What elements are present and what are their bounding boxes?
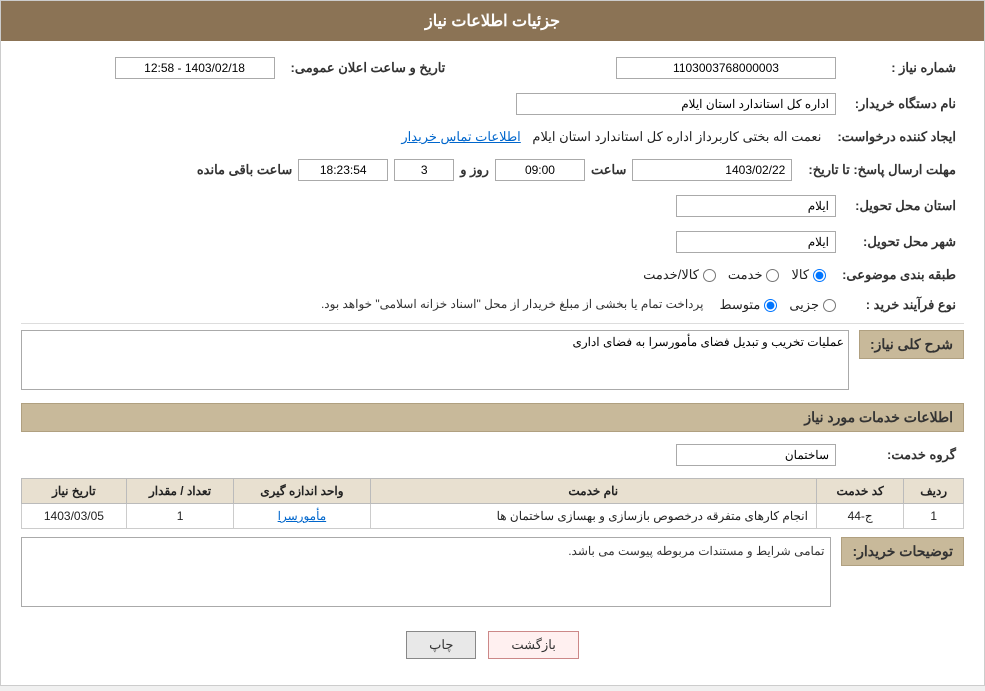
general-desc-title: شرح کلی نیاز: [859,330,964,359]
buyer-org-input[interactable] [516,93,836,115]
purchase-radio-medium[interactable] [764,299,777,312]
service-group-label: گروه خدمت: [844,440,964,470]
purchase-option-medium[interactable]: متوسط [719,297,777,313]
col-code: کد خدمت [816,479,903,504]
creator-label: ایجاد کننده درخواست: [829,125,964,149]
col-qty: تعداد / مقدار [126,479,233,504]
category-radio-group: کالا خدمت کالا/خدمت [29,267,826,283]
service-group-row: گروه خدمت: [21,440,964,470]
general-desc-textarea[interactable]: عملیات تخریب و تبدیل فضای مأمورسرا به فض… [21,330,849,390]
purchase-type-row: نوع فرآیند خرید : جزیی متوسط [21,293,964,317]
page-title: جزئیات اطلاعات نیاز [425,13,560,30]
need-number-label: شماره نیاز : [844,53,964,83]
purchase-note: پرداخت تمام یا بخشی از مبلغ خریدار از مح… [321,297,704,311]
time-label: ساعت [591,162,626,178]
cell-date: 1403/03/05 [22,504,127,529]
service-group-input[interactable] [676,444,836,466]
table-row: 1 ج-44 انجام کارهای متفرقه درخصوص بازساز… [22,504,964,529]
unit-link[interactable]: مأمورسرا [278,509,327,523]
buyer-org-row: نام دستگاه خریدار: [21,89,964,119]
days-label: روز و [460,162,489,178]
deadline-time-input[interactable] [495,159,585,181]
remaining-time-input[interactable] [298,159,388,181]
back-button[interactable]: بازگشت [488,631,578,659]
city-label: شهر محل تحویل: [844,227,964,257]
category-option-kala[interactable]: کالا [791,267,826,283]
page-header: جزئیات اطلاعات نیاز [1,1,984,41]
buyer-org-label: نام دستگاه خریدار: [844,89,964,119]
cell-qty: 1 [126,504,233,529]
need-number-input[interactable] [616,57,836,79]
contact-link[interactable]: اطلاعات تماس خریدار [401,129,520,144]
creator-row: ایجاد کننده درخواست: نعمت اله بختی کاربر… [21,125,964,149]
city-row: شهر محل تحویل: [21,227,964,257]
category-option-both[interactable]: کالا/خدمت [643,267,716,283]
cell-row: 1 [904,504,964,529]
purchase-medium-label: متوسط [719,297,760,313]
main-content: شماره نیاز : تاریخ و ساعت اعلان عمومی: ن… [1,41,984,685]
col-unit: واحد اندازه گیری [234,479,370,504]
category-radio-service[interactable] [766,269,779,282]
purchase-type-label: نوع فرآیند خرید : [844,293,964,317]
category-label: طبقه بندی موضوعی: [834,263,964,287]
buyer-notes-section: توضیحات خریدار: تمامی شرایط و مستندات مر… [21,537,964,615]
category-kala-label: کالا [791,267,809,283]
purchase-radio-partial[interactable] [823,299,836,312]
city-input[interactable] [676,231,836,253]
cell-unit: مأمورسرا [234,504,370,529]
cell-code: ج-44 [816,504,903,529]
announce-label: تاریخ و ساعت اعلان عمومی: [283,53,454,83]
category-row: طبقه بندی موضوعی: کالا خدمت [21,263,964,287]
purchase-radio-group: جزیی متوسط [719,297,836,313]
col-name: نام خدمت [370,479,816,504]
buyer-notes-title: توضیحات خریدار: [841,537,964,566]
services-section-title: اطلاعات خدمات مورد نیاز [21,403,964,432]
category-radio-kala[interactable] [813,269,826,282]
general-desc-box: عملیات تخریب و تبدیل فضای مأمورسرا به فض… [21,330,849,393]
general-desc-section: شرح کلی نیاز: عملیات تخریب و تبدیل فضای … [21,330,964,393]
remaining-label: ساعت باقی مانده [197,162,292,178]
province-input[interactable] [676,195,836,217]
col-row: ردیف [904,479,964,504]
announce-value-input[interactable] [115,57,275,79]
page-wrapper: جزئیات اطلاعات نیاز شماره نیاز : تاریخ و… [0,0,985,686]
category-both-label: کالا/خدمت [643,267,699,283]
days-input[interactable] [394,159,454,181]
province-row: استان محل تحویل: [21,191,964,221]
bottom-buttons: بازگشت چاپ [21,621,964,673]
category-option-service[interactable]: خدمت [728,267,780,283]
col-date: تاریخ نیاز [22,479,127,504]
buyer-notes-text: تمامی شرایط و مستندات مربوطه پیوست می با… [568,544,824,558]
deadline-label: مهلت ارسال پاسخ: تا تاریخ: [800,155,964,185]
buyer-notes-box: تمامی شرایط و مستندات مربوطه پیوست می با… [21,537,831,607]
purchase-option-partial[interactable]: جزیی [789,297,836,313]
print-button[interactable]: چاپ [406,631,476,659]
category-radio-both[interactable] [703,269,716,282]
category-service-label: خدمت [728,267,763,283]
buyer-notes-content: تمامی شرایط و مستندات مربوطه پیوست می با… [21,537,831,615]
deadline-date-input[interactable] [632,159,792,181]
purchase-partial-label: جزیی [789,297,819,313]
creator-value: نعمت اله بختی کاربرداز اداره کل استاندار… [532,129,821,144]
services-table: ردیف کد خدمت نام خدمت واحد اندازه گیری ت… [21,478,964,529]
need-number-row: شماره نیاز : تاریخ و ساعت اعلان عمومی: [21,53,964,83]
province-label: استان محل تحویل: [844,191,964,221]
deadline-row: مهلت ارسال پاسخ: تا تاریخ: ساعت روز و سا… [21,155,964,185]
cell-name: انجام کارهای متفرقه درخصوص بازسازی و بهس… [370,504,816,529]
